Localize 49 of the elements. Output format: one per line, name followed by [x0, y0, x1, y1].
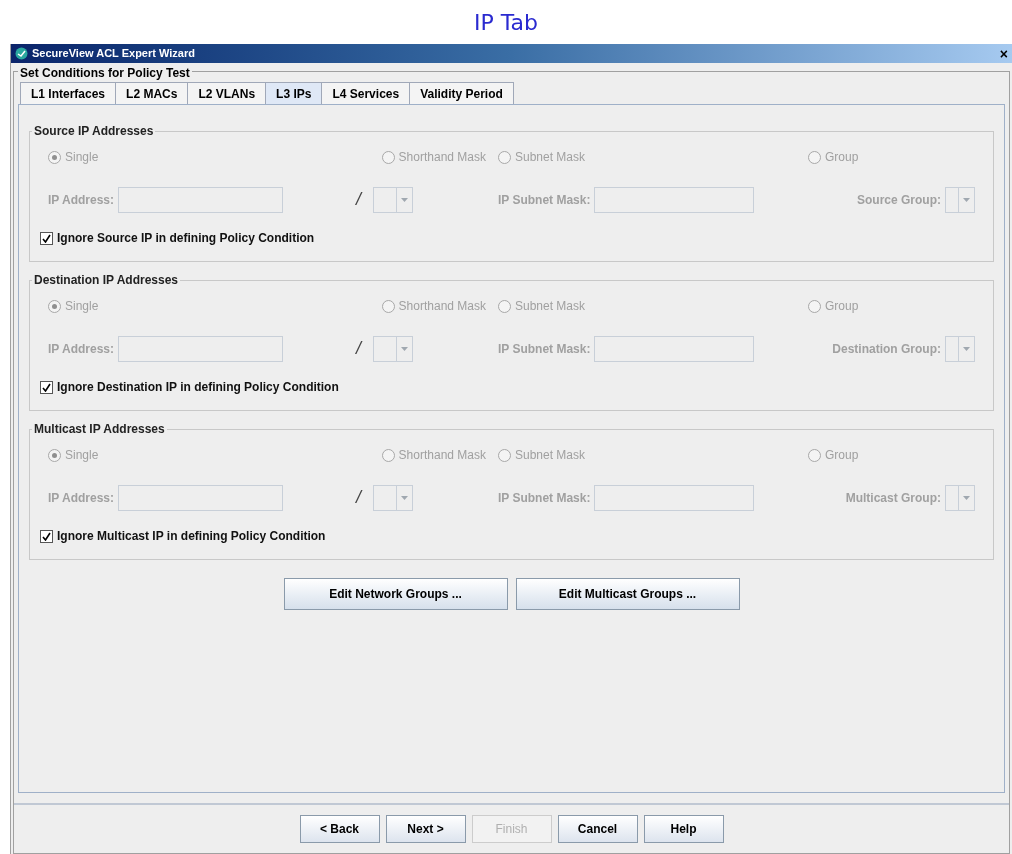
edit-groups-button[interactable]: Edit Network Groups ... — [283, 578, 508, 610]
page-caption: IP Tab — [474, 8, 538, 37]
radio-label: Subnet Mask — [515, 447, 586, 464]
checkbox-label: Ignore Source IP in defining Policy Condition — [57, 230, 315, 247]
radio-label: Group — [825, 149, 859, 166]
slash-label: / — [356, 486, 361, 509]
field-label: IP Subnet Mask: — [498, 340, 591, 358]
caret-icon — [401, 197, 408, 202]
tab[interactable]: L3 IPs — [265, 82, 323, 104]
field-label: Destination Group: — [832, 340, 941, 358]
caret-icon — [963, 495, 970, 500]
checkbox-label: Ignore Destination IP in defining Policy Condition — [57, 379, 339, 396]
tab[interactable]: Validity Period — [409, 82, 514, 104]
field-label: IP Address: — [48, 340, 115, 358]
nav-button[interactable]: Help — [643, 815, 724, 843]
radio-label: Single — [65, 298, 99, 315]
tab[interactable]: L1 Interfaces — [20, 82, 117, 104]
radio-label: Subnet Mask — [515, 149, 586, 166]
field-label: Source Group: — [857, 191, 941, 209]
nav-button[interactable]: < Back — [299, 815, 380, 843]
tab[interactable]: L2 VLANs — [187, 82, 267, 104]
edit-groups-button[interactable]: Edit Multicast Groups ... — [515, 578, 740, 610]
window-title: SecureView ACL Expert Wizard — [32, 46, 196, 62]
checkbox-label: Ignore Multicast IP in defining Policy Condition — [57, 528, 326, 545]
caret-icon — [401, 495, 408, 500]
radio-label: Shorthand Mask — [398, 298, 486, 315]
nav-button[interactable]: Next > — [385, 815, 466, 843]
slash-label: / — [356, 337, 361, 360]
tab[interactable]: L4 Services — [321, 82, 411, 104]
close-button[interactable]: × — [999, 46, 1008, 61]
radio-label: Shorthand Mask — [398, 149, 486, 166]
app-icon — [15, 47, 28, 60]
field-label: IP Subnet Mask: — [498, 489, 591, 507]
caret-icon — [963, 346, 970, 351]
field-label: IP Address: — [48, 191, 115, 209]
caret-icon — [963, 197, 970, 202]
tab[interactable]: L2 MACs — [115, 82, 189, 104]
field-label: IP Subnet Mask: — [498, 191, 591, 209]
caret-icon — [401, 346, 408, 351]
radio-label: Subnet Mask — [515, 298, 586, 315]
field-label: Multicast Group: — [845, 489, 941, 507]
radio-label: Shorthand Mask — [398, 447, 486, 464]
radio-label: Single — [65, 447, 99, 464]
radio-label: Single — [65, 149, 99, 166]
nav-button[interactable]: Cancel — [557, 815, 638, 843]
slash-label: / — [356, 188, 361, 211]
radio-label: Group — [825, 298, 859, 315]
radio-label: Group — [825, 447, 859, 464]
field-label: IP Address: — [48, 489, 115, 507]
